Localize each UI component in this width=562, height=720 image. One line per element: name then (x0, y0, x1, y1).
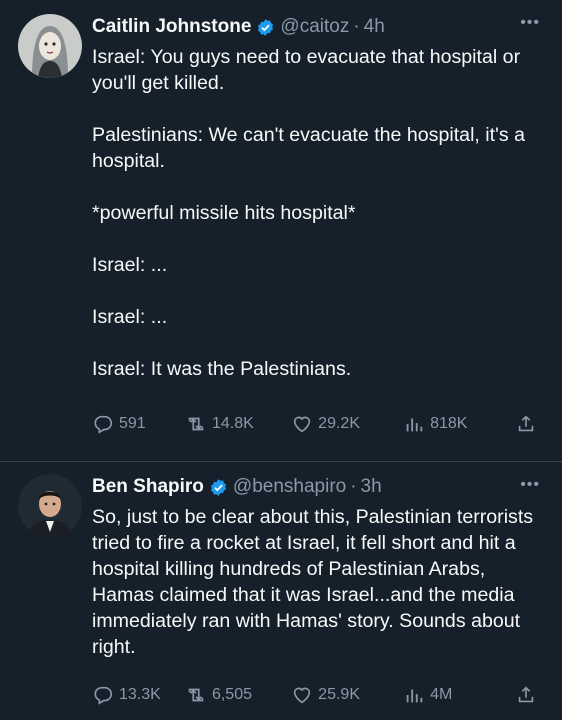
action-bar: 591 14.8K 29.2K 818K (92, 413, 544, 435)
avatar-illustration (18, 14, 82, 78)
avatar-photo (18, 474, 82, 538)
tweet[interactable]: ••• Ben Shapiro @benshapiro · 3h So, jus… (0, 462, 562, 720)
timestamp[interactable]: 3h (361, 476, 382, 498)
heart-icon (294, 687, 311, 704)
share-button[interactable] (515, 413, 542, 435)
view-count: 818K (430, 415, 468, 432)
retweet-icon (188, 417, 204, 431)
retweet-button[interactable]: 14.8K (185, 413, 291, 435)
like-count: 25.9K (318, 686, 360, 703)
separator: · (350, 476, 357, 497)
share-icon (518, 686, 534, 703)
more-options-icon[interactable]: ••• (520, 15, 540, 31)
heart-icon (294, 416, 311, 433)
reply-icon (94, 415, 113, 434)
action-bar: 13.3K 6,505 25.9K 4M (92, 684, 544, 706)
author-name[interactable]: Ben Shapiro (92, 476, 204, 498)
like-count: 29.2K (318, 415, 360, 432)
tweet-text: So, just to be clear about this, Palesti… (92, 506, 539, 658)
like-button[interactable]: 25.9K (291, 684, 403, 706)
verified-badge-icon (210, 478, 226, 496)
reply-count: 13.3K (119, 686, 161, 703)
reply-button[interactable]: 591 (92, 413, 185, 435)
reply-count: 591 (119, 415, 146, 432)
views-icon (406, 689, 423, 703)
avatar[interactable] (18, 474, 82, 538)
like-button[interactable]: 29.2K (291, 413, 403, 435)
share-icon (518, 415, 534, 432)
retweet-button[interactable]: 6,505 (185, 684, 291, 706)
verified-badge-icon (258, 18, 274, 36)
view-count: 4M (430, 686, 453, 703)
tweet-text: Israel: You guys need to evacuate that h… (92, 46, 525, 380)
reply-button[interactable]: 13.3K (92, 684, 185, 706)
author-handle[interactable]: @benshapiro (233, 476, 346, 498)
retweet-icon (188, 688, 204, 702)
tweet[interactable]: ••• Caitlin Johnstone @caitoz · 4h Israe… (0, 0, 562, 462)
views-button[interactable]: 818K (403, 413, 515, 435)
more-options-icon[interactable]: ••• (520, 477, 540, 493)
separator: · (353, 16, 360, 37)
views-icon (406, 418, 423, 432)
author-handle[interactable]: @caitoz (280, 16, 349, 38)
author-name[interactable]: Caitlin Johnstone (92, 16, 251, 38)
timestamp[interactable]: 4h (364, 16, 385, 38)
retweet-count: 6,505 (211, 686, 252, 703)
reply-icon (94, 686, 113, 705)
retweet-count: 14.8K (211, 415, 254, 432)
share-button[interactable] (515, 684, 542, 706)
avatar[interactable] (18, 14, 82, 78)
views-button[interactable]: 4M (403, 684, 515, 706)
